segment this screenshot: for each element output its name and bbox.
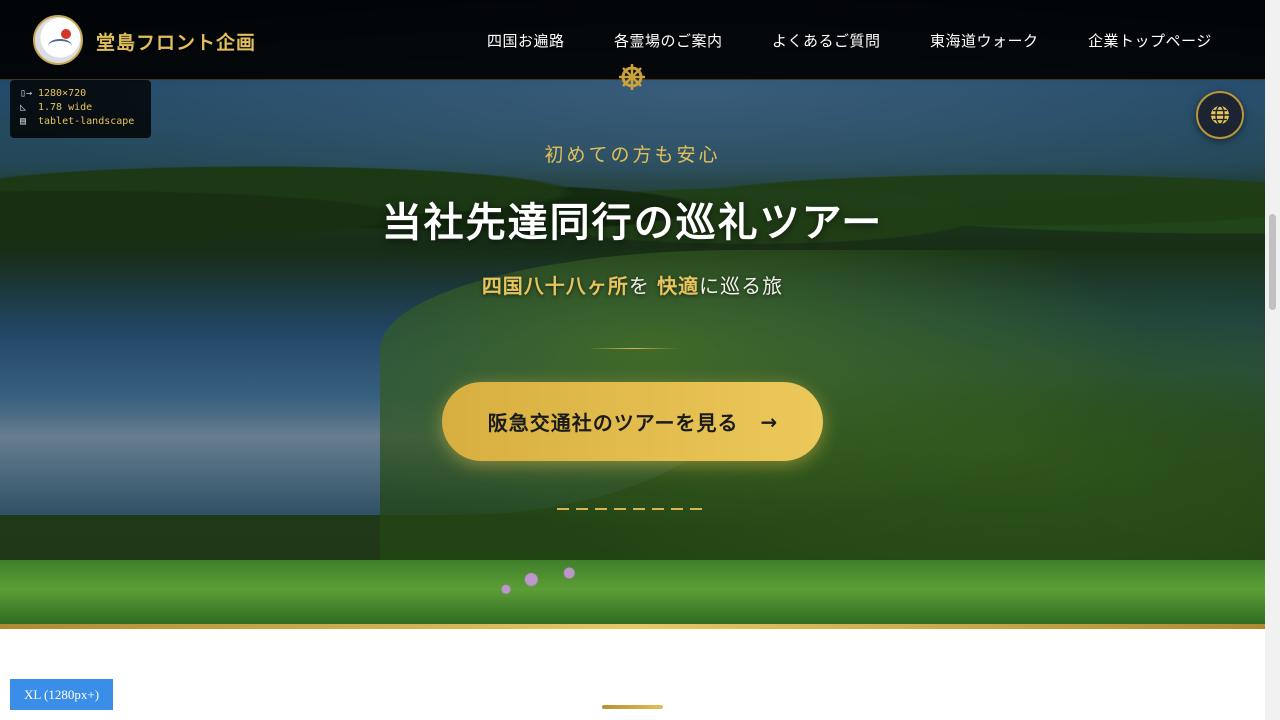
- nav-item-temples[interactable]: 各霊場のご案内: [614, 30, 723, 51]
- slide-dash: [633, 508, 645, 510]
- cta-label: 阪急交通社のツアーを見る: [487, 411, 739, 435]
- viewport-size: 1280×720: [38, 88, 87, 99]
- slide-dash: [576, 508, 588, 510]
- main-nav: 四国お遍路 各霊場のご案内 よくあるご質問 東海道ウォーク 企業トップページ: [0, 30, 1265, 50]
- slide-dash: [671, 508, 683, 510]
- hero-headline: 当社先達同行の巡礼ツアー: [381, 199, 884, 246]
- nav-item-tokaido-walk[interactable]: 東海道ウォーク: [930, 30, 1039, 51]
- gold-divider: [0, 624, 1265, 629]
- slide-dash: [595, 508, 607, 510]
- nav-item-corporate-top[interactable]: 企業トップページ: [1088, 30, 1212, 51]
- breakpoint-badge: XL (1280px+): [10, 679, 113, 710]
- subline-text-a: を: [628, 274, 658, 298]
- clipboard-icon: ▤: [20, 116, 27, 127]
- language-button[interactable]: [1196, 91, 1244, 139]
- hero-kicker: 初めての方も安心: [544, 144, 721, 166]
- subline-highlight-comfort: 快適: [657, 274, 700, 298]
- slide-dash: [557, 508, 569, 510]
- slide-indicator: [557, 508, 709, 511]
- hero-subline: 四国八十八ヶ所を 快適に巡る旅: [0, 270, 1265, 299]
- viewport-info-panel: ▯→ 1280×720 ◺ 1.78 wide ▤ tablet-landscape: [10, 80, 151, 138]
- nav-item-faq[interactable]: よくあるご質問: [772, 30, 881, 51]
- dharma-wheel-icon: [619, 64, 645, 90]
- nav-item-shikoku-henro[interactable]: 四国お遍路: [487, 30, 565, 51]
- scrollbar-track[interactable]: [1265, 0, 1280, 720]
- ruler-triangle-icon: ◺: [20, 102, 27, 113]
- viewport-device: tablet-landscape: [38, 116, 135, 127]
- section-accent-bar: [602, 705, 663, 709]
- hero-bottom-strip: [0, 560, 1265, 625]
- subline-highlight-88-temples: 四国八十八ヶ所: [481, 274, 629, 298]
- globe-icon: [1211, 105, 1229, 125]
- subline-text-b: に巡る旅: [699, 274, 784, 298]
- hero-background: [0, 0, 1265, 625]
- scrollbar-thumb[interactable]: [1269, 214, 1276, 310]
- slide-dash: [652, 508, 664, 510]
- view-hankyu-tours-button[interactable]: 阪急交通社のツアーを見る →: [442, 382, 823, 461]
- slide-dash: [614, 508, 626, 510]
- arrow-right-icon: →: [760, 409, 778, 434]
- phone-arrow-icon: ▯→: [20, 88, 33, 99]
- hero-divider: [588, 348, 678, 349]
- viewport-ratio: 1.78 wide: [38, 102, 93, 113]
- slide-dash: [690, 508, 702, 510]
